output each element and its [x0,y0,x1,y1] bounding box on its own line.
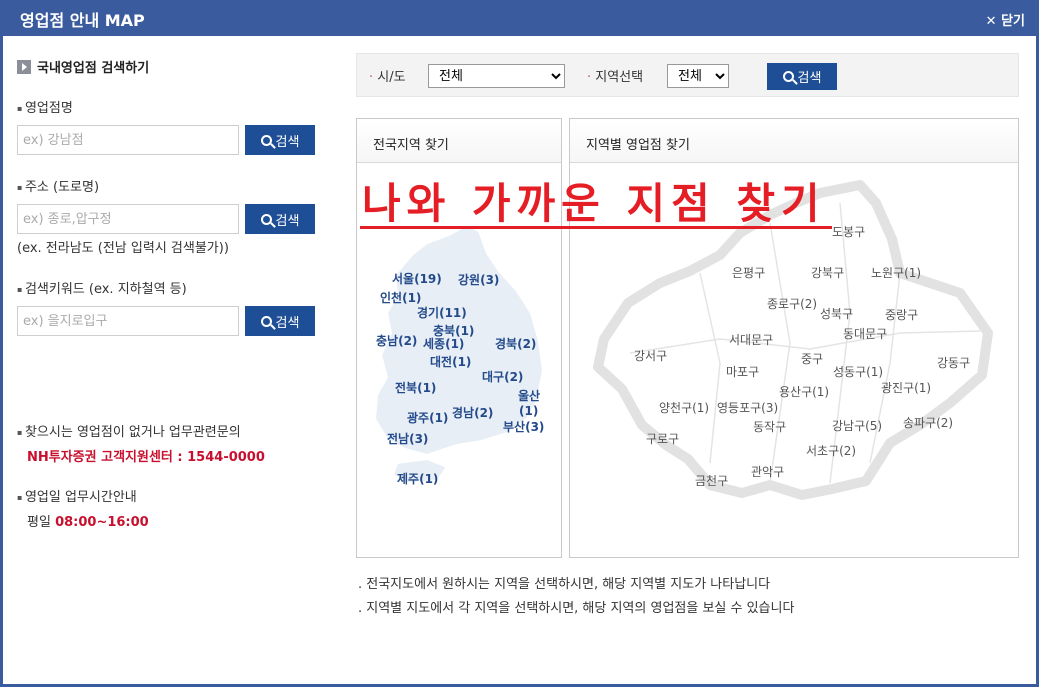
region-incheon[interactable]: 인천(1) [380,289,421,306]
district-jongno[interactable]: 종로구(2) [767,295,817,312]
hours-prefix: 평일 [27,515,51,530]
district-seocho[interactable]: 서초구(2) [806,442,856,459]
footnote-1-text: 전국지도에서 원하시는 지역을 선택하시면, 해당 지역별 지도가 나타납니다 [366,577,771,592]
district-jungnang[interactable]: 중랑구 [885,306,918,323]
address-search-button[interactable]: 검색 [245,204,315,234]
branch-name-search-button[interactable]: 검색 [245,125,315,155]
district-yeongdeungpo[interactable]: 영등포구(3) [717,399,778,416]
keyword-search-button[interactable]: 검색 [245,306,315,336]
sido-label: 시/도 [369,66,405,85]
district-seodaemun[interactable]: 서대문구 [729,331,773,348]
district-seongdong[interactable]: 성동구(1) [833,363,883,380]
district-jung[interactable]: 중구 [801,350,823,367]
address-hint: (ex. 전라남도 (전남 입력시 검색불가)) [17,241,229,256]
branch-name-input[interactable] [17,125,239,155]
region-select[interactable]: 전체 [667,64,729,88]
region-seoul[interactable]: 서울(19) [392,270,442,287]
keyword-label: 검색키워드 (ex. 지하철역 등) [17,278,187,297]
region-jeonbuk[interactable]: 전북(1) [395,379,436,396]
filter-bar: 시/도 전체 지역선택 전체 검색 [356,53,1019,97]
district-nowon[interactable]: 노원구(1) [871,264,921,281]
district-gangdong[interactable]: 강동구 [937,354,970,371]
national-map-title: 전국지역 찾기 [357,119,561,163]
region-daejeon[interactable]: 대전(1) [430,353,471,370]
filter-search-button[interactable]: 검색 [767,63,837,90]
arrow-square-icon [17,59,31,74]
search-button-label: 검색 [275,315,300,331]
district-gwanak[interactable]: 관악구 [751,463,784,480]
search-button-label: 검색 [797,71,822,86]
region-sejong[interactable]: 세종(1) [423,335,464,352]
district-dongdaemun[interactable]: 동대문구 [843,325,887,342]
contact-line: NH투자증권 고객지원센터 : 1544-0000 [27,450,265,465]
region-gyeongnam[interactable]: 경남(2) [452,404,493,421]
district-yongsan[interactable]: 용산구(1) [779,383,829,400]
region-jeju[interactable]: 제주(1) [397,470,438,487]
region-jeonnam[interactable]: 전남(3) [387,430,428,447]
address-label: 주소 (도로명) [17,176,99,195]
search-button-label: 검색 [275,213,300,229]
hours-title: 영업일 업무시간안내 [17,486,137,505]
search-button-label: 검색 [275,134,300,150]
region-chungnam[interactable]: 충남(2) [376,332,417,349]
branch-name-label: 영업점명 [17,97,73,116]
search-icon [782,71,794,82]
window-title: 영업점 안내 MAP [20,11,145,30]
district-gangseo[interactable]: 강서구 [634,347,667,364]
district-dobong[interactable]: 도봉구 [832,223,865,240]
district-songpa[interactable]: 송파구(2) [903,414,953,431]
region-gyeonggi[interactable]: 경기(11) [417,304,467,321]
search-icon [260,315,272,327]
region-gangwon[interactable]: 강원(3) [458,271,499,288]
district-gwangjin[interactable]: 광진구(1) [881,379,931,396]
search-section-title: 국내영업점 검색하기 [17,57,149,76]
overlay-annotation: 나와 가까운 지점 찾기 [362,179,826,228]
title-bar: 영업점 안내 MAP ✕ 닫기 [0,0,1039,36]
district-mapo[interactable]: 마포구 [726,363,759,380]
close-button[interactable]: ✕ 닫기 [986,10,1025,29]
district-yangcheon[interactable]: 양천구(1) [659,399,709,416]
region-label: 지역선택 [587,66,643,85]
footnote-2: . 지역별 지도에서 각 지역을 선택하시면, 해당 지역의 영업점을 보실 수… [358,601,795,616]
district-gangnam[interactable]: 강남구(5) [832,417,882,434]
region-gwangju[interactable]: 광주(1) [407,409,448,426]
hours-line: 평일 08:00~16:00 [27,511,149,530]
region-daegu[interactable]: 대구(2) [482,368,523,385]
keyword-input[interactable] [17,306,239,336]
search-section-label: 국내영업점 검색하기 [37,61,150,76]
hours-value: 08:00~16:00 [55,515,149,530]
district-eunpyeong[interactable]: 은평구 [732,264,765,281]
footnote-2-text: 지역별 지도에서 각 지역을 선택하시면, 해당 지역의 영업점을 보실 수 있… [366,601,795,616]
region-gyeongbuk[interactable]: 경북(2) [495,335,536,352]
overlay-underline [360,226,832,229]
district-seongbuk[interactable]: 성북구 [820,305,853,322]
search-icon [260,134,272,146]
sido-select[interactable]: 전체 [428,64,565,88]
region-busan[interactable]: 부산(3) [503,418,544,435]
district-geumcheon[interactable]: 금천구 [695,472,728,489]
footnote-1: . 전국지도에서 원하시는 지역을 선택하시면, 해당 지역별 지도가 나타납니… [358,577,771,592]
region-ulsan-count[interactable]: (1) [519,404,538,418]
address-input[interactable] [17,204,239,234]
district-guro[interactable]: 구로구 [646,430,679,447]
search-icon [260,213,272,225]
district-dongjak[interactable]: 동작구 [753,418,786,435]
regional-map-title: 지역별 영업점 찾기 [570,119,1018,163]
district-gangbuk[interactable]: 강북구 [811,264,844,281]
contact-note: 찾으시는 영업점이 없거나 업무관련문의 [17,421,241,440]
region-ulsan[interactable]: 울산 [518,387,540,404]
seoul-outline[interactable] [593,180,993,500]
